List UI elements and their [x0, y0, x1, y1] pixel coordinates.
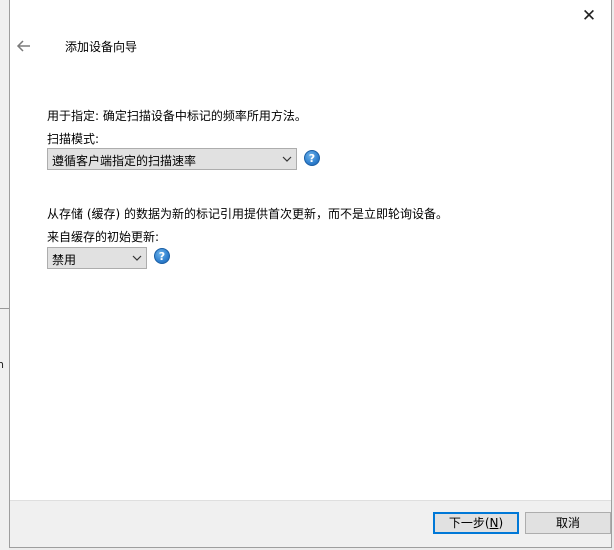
wizard-footer: 下一步(N) 取消: [10, 500, 611, 547]
scan-mode-dropdown[interactable]: 遵循客户端指定的扫描速率: [47, 148, 297, 170]
back-arrow-icon: [16, 40, 30, 52]
background-window-lower: [0, 309, 9, 550]
back-button[interactable]: [16, 38, 32, 54]
scan-mode-label: 扫描模式:: [47, 132, 100, 146]
chevron-down-icon: [282, 156, 292, 162]
background-text-fragment: n: [0, 358, 4, 371]
initial-update-description: 从存储 (缓存) 的数据为新的标记引用提供首次更新，而不是立即轮询设备。: [47, 207, 448, 221]
initial-update-selected-value: 禁用: [52, 253, 77, 267]
scan-mode-description: 用于指定: 确定扫描设备中标记的频率所用方法。: [47, 109, 307, 123]
wizard-title: 添加设备向导: [65, 40, 138, 54]
close-button[interactable]: ✕: [579, 6, 599, 26]
initial-update-dropdown[interactable]: 禁用: [47, 247, 147, 269]
scan-mode-selected-value: 遵循客户端指定的扫描速率: [52, 154, 197, 168]
initial-update-help-icon[interactable]: ?: [154, 248, 170, 264]
close-icon: ✕: [581, 6, 597, 26]
next-button[interactable]: 下一步(N): [433, 512, 519, 534]
next-button-label-end: ): [498, 516, 504, 530]
initial-update-label: 来自缓存的初始更新:: [47, 230, 160, 244]
chevron-down-icon: [132, 255, 142, 261]
background-window-upper: [0, 0, 9, 308]
add-device-wizard-dialog: ✕ 添加设备向导 用于指定: 确定扫描设备中标记的频率所用方法。 扫描模式: 遵…: [9, 0, 612, 548]
next-button-label: 下一步(: [448, 516, 490, 530]
cancel-button[interactable]: 取消: [525, 512, 611, 534]
scan-mode-help-icon[interactable]: ?: [304, 150, 320, 166]
